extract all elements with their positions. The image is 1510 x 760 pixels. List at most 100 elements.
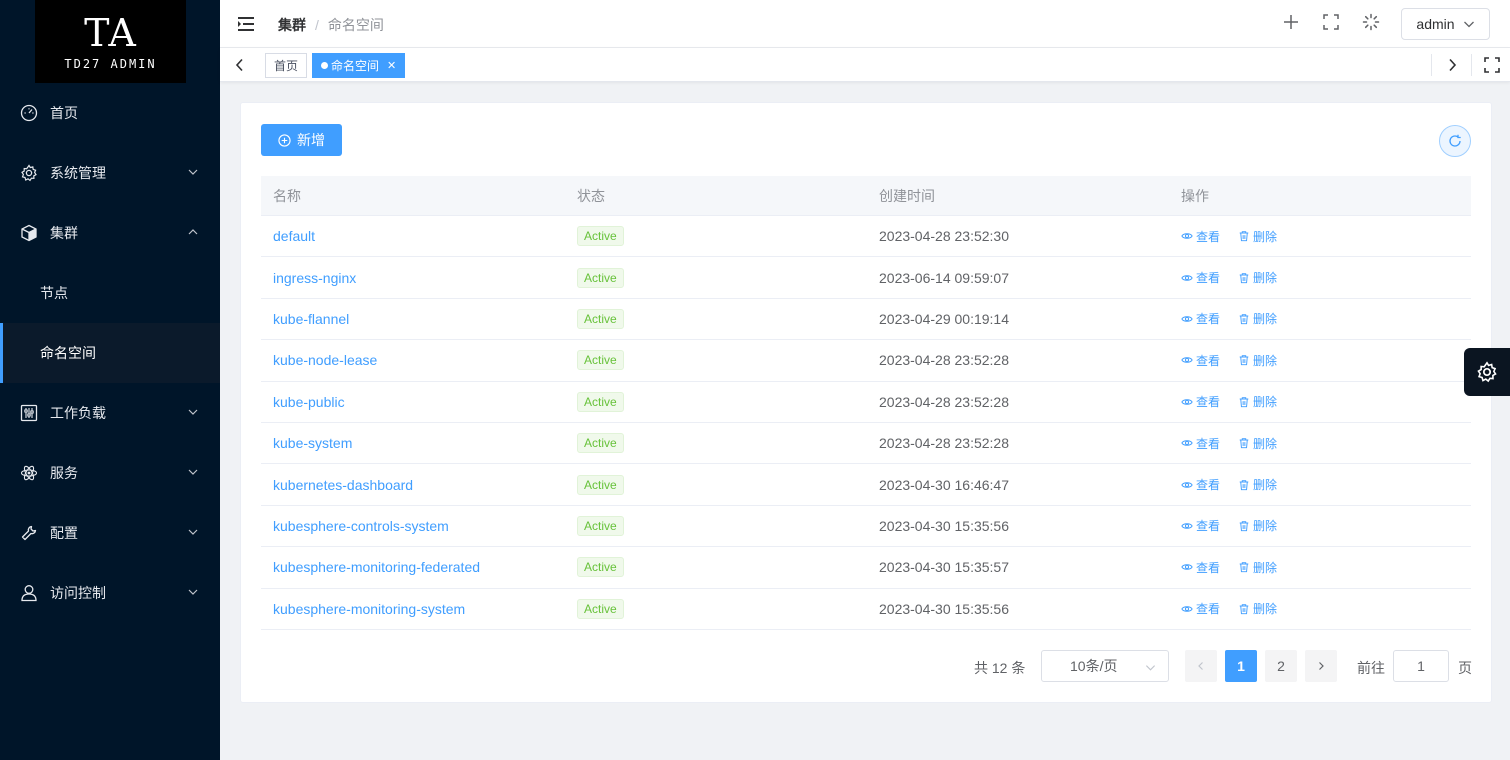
cell-actions: 查看 删除 xyxy=(1169,393,1471,410)
sidebar-item-services[interactable]: 服务 xyxy=(0,443,220,503)
delete-button[interactable]: 删除 xyxy=(1238,517,1277,534)
cell-status: Active xyxy=(565,598,867,619)
cell-actions: 查看 删除 xyxy=(1169,310,1471,327)
view-button[interactable]: 查看 xyxy=(1181,269,1220,286)
view-button[interactable]: 查看 xyxy=(1181,435,1220,452)
trash-icon xyxy=(1239,314,1249,325)
logo[interactable]: TA TD27 ADMIN xyxy=(35,0,186,83)
user-dropdown[interactable]: admin xyxy=(1401,8,1490,40)
sidebar-item-workloads[interactable]: 工作负载 xyxy=(0,383,220,443)
sidebar-item-access-control[interactable]: 访问控制 xyxy=(0,563,220,623)
namespace-link[interactable]: kubesphere-monitoring-system xyxy=(273,601,465,617)
cell-created: 2023-04-28 23:52:28 xyxy=(867,435,1169,451)
namespace-table: 名称 状态 创建时间 操作 default Active 2023-04-28 23… xyxy=(261,176,1471,630)
goto-page-input[interactable]: 1 xyxy=(1393,650,1449,682)
table-row: kube-public Active 2023-04-28 23:52:28 查看 删除 xyxy=(261,382,1471,423)
divider xyxy=(1471,54,1472,76)
table-row: kube-system Active 2023-04-28 23:52:28 查看 删除 xyxy=(261,423,1471,465)
loading-icon[interactable] xyxy=(1361,12,1381,32)
cell-created: 2023-04-29 00:19:14 xyxy=(867,311,1169,327)
delete-button[interactable]: 删除 xyxy=(1238,228,1277,245)
view-button[interactable]: 查看 xyxy=(1181,600,1220,617)
close-icon[interactable]: ✕ xyxy=(387,59,396,72)
cell-actions: 查看 删除 xyxy=(1169,435,1471,452)
namespace-link[interactable]: kubesphere-controls-system xyxy=(273,518,449,534)
delete-button[interactable]: 删除 xyxy=(1238,559,1277,576)
delete-button[interactable]: 删除 xyxy=(1238,352,1277,369)
goto-label: 前往 xyxy=(1357,660,1385,676)
namespace-link[interactable]: kubesphere-monitoring-federated xyxy=(273,559,480,575)
sidebar-item-cluster[interactable]: 集群 xyxy=(0,203,220,263)
delete-button[interactable]: 删除 xyxy=(1238,600,1277,617)
cell-name: kube-system xyxy=(261,435,565,451)
cell-actions: 查看 删除 xyxy=(1169,600,1471,617)
delete-label: 删除 xyxy=(1253,353,1278,368)
fullscreen-icon[interactable] xyxy=(1321,12,1341,32)
delete-button[interactable]: 删除 xyxy=(1238,476,1277,493)
created-time: 2023-04-30 15:35:56 xyxy=(879,600,1009,617)
namespace-link[interactable]: kube-public xyxy=(273,394,345,410)
status-badge: Active xyxy=(577,391,624,412)
eye-icon xyxy=(1181,357,1193,364)
page-button-1[interactable]: 1 xyxy=(1225,650,1257,682)
sidebar-item-namespaces[interactable]: 命名空间 xyxy=(0,323,220,383)
cell-actions: 查看 删除 xyxy=(1169,228,1471,245)
created-time: 2023-04-28 23:52:30 xyxy=(879,228,1009,245)
namespace-link[interactable]: kube-system xyxy=(273,435,352,451)
sidebar-item-nodes[interactable]: 节点 xyxy=(0,263,220,323)
table-header: 名称 状态 创建时间 操作 xyxy=(261,176,1471,216)
namespace-link[interactable]: kube-flannel xyxy=(273,311,349,327)
chevron-right-icon[interactable] xyxy=(1444,57,1460,73)
chevron-left-icon[interactable] xyxy=(232,57,248,73)
menu-fold-icon[interactable] xyxy=(237,16,255,32)
view-button[interactable]: 查看 xyxy=(1181,517,1220,534)
next-page-button[interactable] xyxy=(1305,650,1337,682)
created-time: 2023-04-30 16:46:47 xyxy=(879,476,1009,493)
view-button[interactable]: 查看 xyxy=(1181,352,1220,369)
atom-icon xyxy=(20,464,38,482)
cell-name: kube-node-lease xyxy=(261,352,565,368)
dashboard-icon xyxy=(20,104,38,122)
trash-icon xyxy=(1239,231,1249,242)
namespace-link[interactable]: kubernetes-dashboard xyxy=(273,477,413,493)
status-badge: Active xyxy=(577,598,624,619)
sidebar-item-system[interactable]: 系统管理 xyxy=(0,143,220,203)
breadcrumb-item[interactable]: 集群 xyxy=(278,15,306,35)
plus-icon[interactable] xyxy=(1281,12,1301,32)
sidebar-item-label: 服务 xyxy=(50,465,78,481)
view-button[interactable]: 查看 xyxy=(1181,310,1220,327)
prev-page-button[interactable] xyxy=(1185,650,1217,682)
add-button[interactable]: 新增 xyxy=(261,124,342,156)
page-size-select[interactable]: 10条/页 xyxy=(1041,650,1169,682)
namespace-link[interactable]: default xyxy=(273,228,315,244)
view-button[interactable]: 查看 xyxy=(1181,228,1220,245)
fullscreen-icon[interactable] xyxy=(1484,57,1500,73)
sidebar-item-home[interactable]: 首页 xyxy=(0,83,220,143)
eye-icon xyxy=(1181,523,1193,529)
view-button[interactable]: 查看 xyxy=(1181,393,1220,410)
column-header-status: 状态 xyxy=(577,187,605,204)
view-label: 查看 xyxy=(1196,395,1221,410)
refresh-button[interactable] xyxy=(1439,125,1471,157)
cell-created: 2023-04-28 23:52:28 xyxy=(867,394,1169,410)
sidebar-item-label: 集群 xyxy=(50,225,78,241)
delete-button[interactable]: 删除 xyxy=(1238,310,1277,327)
delete-button[interactable]: 删除 xyxy=(1238,393,1277,410)
table-body: default Active 2023-04-28 23:52:30 查看 删除 ingr… xyxy=(261,216,1471,630)
tag-namespaces[interactable]: 命名空间 ✕ xyxy=(312,53,406,78)
delete-button[interactable]: 删除 xyxy=(1238,269,1277,286)
cell-actions: 查看 删除 xyxy=(1169,269,1471,286)
tag-home[interactable]: 首页 xyxy=(265,53,308,78)
namespace-link[interactable]: ingress-nginx xyxy=(273,270,356,286)
namespace-link[interactable]: kube-node-lease xyxy=(273,352,377,368)
view-button[interactable]: 查看 xyxy=(1181,476,1220,493)
table-row: kubesphere-monitoring-federated Active 202… xyxy=(261,547,1471,589)
delete-button[interactable]: 删除 xyxy=(1238,435,1277,452)
delete-label: 删除 xyxy=(1253,312,1278,327)
page-button-2[interactable]: 2 xyxy=(1265,650,1297,682)
settings-float-button[interactable] xyxy=(1464,348,1510,396)
chevron-down-icon xyxy=(1145,665,1156,671)
view-button[interactable]: 查看 xyxy=(1181,559,1220,576)
sidebar-item-config[interactable]: 配置 xyxy=(0,503,220,563)
status-badge: Active xyxy=(577,350,624,371)
